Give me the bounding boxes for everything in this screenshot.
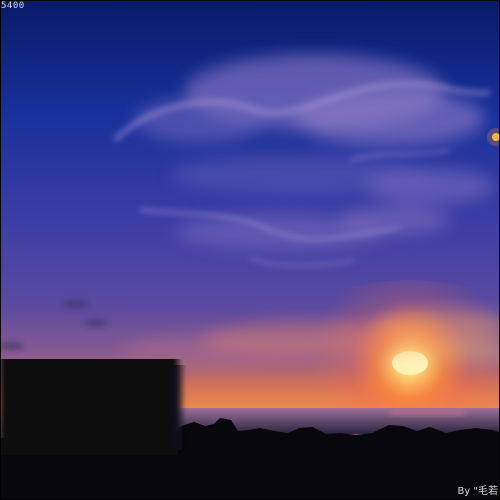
sunset-photo xyxy=(0,0,500,500)
photo-watermark: By "毛若 xyxy=(457,486,498,497)
sun-reflection xyxy=(390,410,465,416)
photo-frame: 5400 By "毛若 xyxy=(0,0,500,500)
motion-blurred-vehicle xyxy=(0,359,182,455)
sun xyxy=(392,351,428,375)
top-left-label: 5400 xyxy=(1,1,25,11)
